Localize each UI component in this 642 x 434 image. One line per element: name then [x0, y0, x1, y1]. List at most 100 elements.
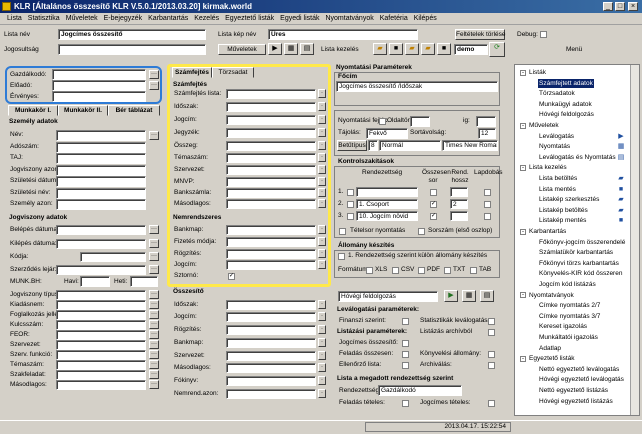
- osszesito-browse-button[interactable]: ·: [318, 389, 326, 398]
- tree-group[interactable]: Műveletek: [529, 121, 559, 130]
- szamfejtes-browse-button[interactable]: ·: [318, 177, 326, 186]
- tab-szamfejtes[interactable]: Számfejtés: [172, 67, 212, 78]
- tajolas-select[interactable]: Fekvő: [366, 128, 408, 139]
- archiv-checkbox[interactable]: [488, 329, 495, 336]
- nemrend-browse-button[interactable]: ·: [318, 225, 326, 234]
- jogviszony-input[interactable]: [56, 370, 146, 380]
- jogviszony-input[interactable]: [56, 239, 146, 249]
- tree-group[interactable]: Listák: [529, 68, 546, 77]
- szamfejtes-browse-button[interactable]: ·: [318, 89, 326, 98]
- sortavolsag-input[interactable]: 12: [478, 128, 496, 139]
- konyveles-checkbox[interactable]: [488, 351, 495, 358]
- szamfejtes-browse-button[interactable]: ·: [318, 141, 326, 150]
- szamfejtes-input[interactable]: [226, 102, 316, 112]
- szamfejtes-input[interactable]: [226, 89, 316, 99]
- szamfejtes-browse-button[interactable]: ·: [318, 153, 326, 162]
- jogviszony-browse-button[interactable]: ···: [149, 350, 159, 359]
- debug-checkbox[interactable]: [540, 31, 547, 38]
- tree-item[interactable]: Leválogatás: [538, 132, 575, 141]
- jogviszony-browse-button[interactable]: ···: [149, 360, 159, 369]
- eloado-input[interactable]: [52, 80, 146, 91]
- jogcimes-checkbox[interactable]: [402, 340, 409, 347]
- jogviszony-browse-button[interactable]: ···: [149, 252, 159, 261]
- oldalto-from-input[interactable]: [410, 116, 430, 127]
- jogviszony-browse-button[interactable]: ···: [149, 370, 159, 379]
- sorszam-checkbox[interactable]: [418, 228, 425, 235]
- tree-item[interactable]: Nyomtatás: [538, 142, 571, 151]
- archivalas-checkbox[interactable]: [488, 362, 495, 369]
- close-icon[interactable]: ×: [628, 2, 638, 11]
- format-checkbox[interactable]: [470, 267, 477, 274]
- jogviszony-browse-button[interactable]: ···: [149, 320, 159, 329]
- feladas-checkbox[interactable]: [402, 400, 409, 407]
- tab-munkakor-1[interactable]: Munkakör I.: [8, 105, 58, 116]
- szemelyi-input[interactable]: [56, 164, 146, 176]
- menu-item-7[interactable]: Egyedi listák: [277, 13, 322, 24]
- fejlec-checkbox[interactable]: [379, 118, 386, 125]
- kontroll-row-checkbox[interactable]: [347, 189, 354, 196]
- focim-input[interactable]: Jogcímes összesítő /Időszak: [336, 81, 498, 92]
- preview-icon-2[interactable]: ▤: [480, 290, 494, 302]
- jogviszony-browse-button[interactable]: ···: [149, 225, 159, 234]
- folder-edit-icon[interactable]: ▰: [405, 43, 419, 55]
- betu-stilus-input[interactable]: Normál: [379, 140, 441, 151]
- tree-item[interactable]: Törzsadatok: [538, 89, 576, 98]
- tree-item[interactable]: Számfejtett adatok: [538, 78, 594, 88]
- tree-item-icon[interactable]: ▦: [616, 143, 626, 151]
- tree-expand-icon[interactable]: -: [520, 69, 526, 76]
- tree-item[interactable]: Listakép betöltés: [538, 206, 589, 215]
- refresh-icon[interactable]: ⟳: [489, 42, 505, 57]
- jogviszony-browse-button[interactable]: ···: [149, 330, 159, 339]
- tree-item[interactable]: Hóvégi egyeztető leválogatás: [538, 375, 625, 384]
- format-checkbox[interactable]: [418, 267, 425, 274]
- osszesito-browse-button[interactable]: ·: [318, 363, 326, 372]
- szamfejtes-browse-button[interactable]: ·: [318, 102, 326, 111]
- heti-input[interactable]: [130, 276, 158, 287]
- tree-group[interactable]: Nyomtatványok: [529, 291, 574, 300]
- szemelyi-input[interactable]: [56, 176, 146, 187]
- lista-kep-nev-input[interactable]: Üres: [268, 29, 418, 40]
- nemrend-browse-button[interactable]: ·: [318, 260, 326, 269]
- tree-item-icon[interactable]: ▰: [616, 175, 626, 183]
- tree-expand-icon[interactable]: -: [520, 164, 526, 171]
- kontroll-osszesen-checkbox[interactable]: [430, 189, 437, 196]
- feltetelek-torlese-button[interactable]: Feltételek törlése: [455, 29, 506, 40]
- tree-item[interactable]: Listakép szerkesztés: [538, 195, 600, 204]
- tree-item[interactable]: Főkönyv-jogcím összerendelé: [538, 238, 626, 247]
- menu-item-2[interactable]: Műveletek: [63, 13, 101, 24]
- oldalto-to-input[interactable]: [476, 116, 496, 127]
- print-preview-icon[interactable]: ▤: [300, 43, 314, 55]
- tree-item[interactable]: Nettó egyeztető listázás: [538, 386, 609, 395]
- menu-item-1[interactable]: Statisztika: [25, 13, 63, 24]
- muveletek-button[interactable]: Műveletek: [218, 44, 266, 55]
- print-icon-2[interactable]: ▦: [462, 290, 476, 302]
- kontroll-hossz-input[interactable]: [450, 187, 468, 197]
- gazdalkodo-browse-button[interactable]: ···: [149, 70, 159, 79]
- osszesito-input[interactable]: [226, 363, 316, 373]
- jogviszony-input[interactable]: [56, 290, 146, 300]
- osszesito-browse-button[interactable]: ·: [318, 312, 326, 321]
- kontroll-hossz-input[interactable]: [450, 211, 468, 221]
- ervenyes-input[interactable]: [52, 91, 146, 102]
- tree-expand-icon[interactable]: -: [520, 292, 526, 299]
- tree-group[interactable]: Karbantartás: [529, 227, 566, 236]
- nemrend-input[interactable]: [226, 225, 316, 235]
- tree-item-icon[interactable]: ▶: [616, 133, 626, 141]
- szamfejtes-input[interactable]: [226, 115, 316, 125]
- tree-item[interactable]: Címke nyomtatás 3/7: [538, 312, 601, 321]
- osszesito-browse-button[interactable]: ·: [318, 338, 326, 347]
- jogviszony-browse-button[interactable]: ···: [149, 310, 159, 319]
- folder-open-icon[interactable]: ▰: [373, 43, 387, 55]
- tree-item[interactable]: Hóvégi feldolgozás: [538, 110, 595, 119]
- tree-item[interactable]: Adatlap: [538, 344, 562, 353]
- menu-item-4[interactable]: Karbantartás: [145, 13, 191, 24]
- kontroll-lapdobas-checkbox[interactable]: [484, 201, 491, 208]
- szamfejtes-input[interactable]: [226, 141, 316, 151]
- save-image-icon[interactable]: ■: [437, 43, 451, 55]
- tree-item[interactable]: Munkáltatói igazolás: [538, 333, 599, 342]
- eloado-browse-button[interactable]: ···: [149, 81, 159, 90]
- osszesito-input[interactable]: [226, 300, 316, 310]
- menu-item-8[interactable]: Nyomtatványok: [322, 13, 376, 24]
- jogviszony-input[interactable]: [80, 252, 146, 262]
- szamfejtes-input[interactable]: [226, 165, 316, 175]
